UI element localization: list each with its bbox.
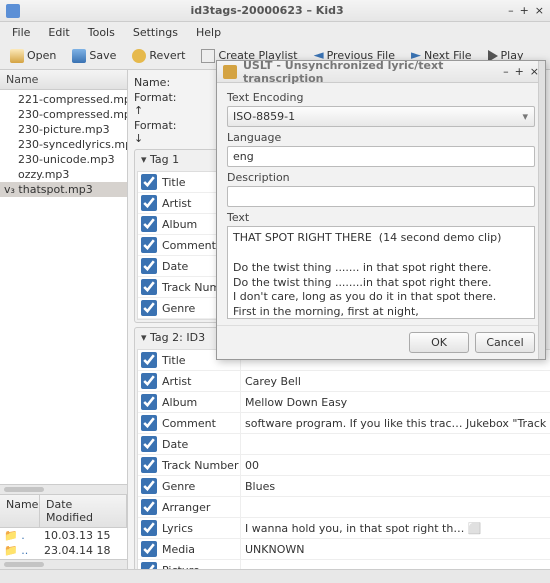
tag2-check[interactable]: [141, 415, 157, 431]
lyrics-textarea[interactable]: THAT SPOT RIGHT THERE (14 second demo cl…: [227, 226, 535, 319]
tag2-field-value[interactable]: 00: [240, 455, 550, 475]
dialog-maximize-icon[interactable]: +: [515, 65, 524, 78]
dialog-title: USLT - Unsynchronized lyric/text transcr…: [243, 59, 503, 85]
tag2-field-value[interactable]: Blues: [240, 476, 550, 496]
ok-button[interactable]: OK: [409, 332, 469, 353]
tag2-check[interactable]: [141, 373, 157, 389]
description-input[interactable]: [227, 186, 535, 207]
tag2-check[interactable]: [141, 499, 157, 515]
tag2-field-value[interactable]: I wanna hold you, in that spot right th……: [240, 518, 550, 538]
file-pane: Name 221-compressed.mp3230-compressed.mp…: [0, 70, 128, 569]
tag2-field-label: Picture: [160, 564, 240, 570]
tag2-field-value[interactable]: [240, 434, 550, 454]
dir-list[interactable]: 📁 .10.03.13 15📁 ..23.04.14 18: [0, 528, 127, 559]
menu-settings[interactable]: Settings: [125, 24, 186, 41]
tag2-check[interactable]: [141, 436, 157, 452]
description-label: Description: [227, 171, 535, 184]
file-item[interactable]: 230-syncedlyrics.mp3: [0, 137, 127, 152]
encoding-label: Text Encoding: [227, 91, 535, 104]
tag2-box: ▾ Tag 2: ID3 TitleArtistCarey BellAlbumM…: [134, 327, 544, 569]
tag1-check[interactable]: [141, 300, 157, 316]
save-icon: [72, 49, 86, 63]
revert-button[interactable]: Revert: [128, 47, 189, 65]
file-list-header[interactable]: Name: [0, 70, 127, 90]
playlist-icon: [201, 49, 215, 63]
tag2-field-label: Arranger: [160, 501, 240, 514]
tag2-fields: TitleArtistCarey BellAlbumMellow Down Ea…: [137, 349, 550, 569]
tag2-check[interactable]: [141, 352, 157, 368]
titlebar: id3tags-20000623 – Kid3 – + ×: [0, 0, 550, 22]
tag2-field-label: Track Number: [160, 459, 240, 472]
cancel-button[interactable]: Cancel: [475, 332, 535, 353]
window-title: id3tags-20000623 – Kid3: [26, 4, 508, 17]
tag2-field-label: Comment: [160, 417, 240, 430]
dialog-minimize-icon[interactable]: –: [503, 65, 509, 78]
menu-edit[interactable]: Edit: [40, 24, 77, 41]
file-list-hscroll[interactable]: [0, 484, 127, 494]
tag2-field-value[interactable]: UNKNOWN: [240, 539, 550, 559]
tag1-check[interactable]: [141, 195, 157, 211]
dir-header-name[interactable]: Name: [0, 495, 40, 527]
tag2-field-label: Artist: [160, 375, 240, 388]
tag2-field-value[interactable]: [240, 497, 550, 517]
tag1-check[interactable]: [141, 258, 157, 274]
open-button[interactable]: Open: [6, 47, 60, 65]
file-item[interactable]: 230-unicode.mp3: [0, 152, 127, 167]
tag2-field-value[interactable]: Carey Bell: [240, 371, 550, 391]
tag1-check[interactable]: [141, 279, 157, 295]
encoding-select[interactable]: ISO-8859-1: [227, 106, 535, 127]
close-icon[interactable]: ×: [535, 4, 544, 17]
tag2-field-label: Genre: [160, 480, 240, 493]
format-up-label[interactable]: Format: ↑: [134, 91, 182, 117]
save-button[interactable]: Save: [68, 47, 120, 65]
tag2-check[interactable]: [141, 541, 157, 557]
dir-item[interactable]: 📁 .10.03.13 15: [0, 528, 127, 543]
menubar: File Edit Tools Settings Help: [0, 22, 550, 42]
language-label: Language: [227, 131, 535, 144]
tag2-field-label: Lyrics: [160, 522, 240, 535]
tag2-field-label: Media: [160, 543, 240, 556]
name-label: Name:: [134, 76, 182, 89]
format-down-label[interactable]: Format: ↓: [134, 119, 182, 145]
text-label: Text: [227, 211, 535, 224]
menu-help[interactable]: Help: [188, 24, 229, 41]
file-list[interactable]: 221-compressed.mp3230-compressed.mp3230-…: [0, 90, 127, 484]
tag2-check[interactable]: [141, 394, 157, 410]
file-item[interactable]: 221-compressed.mp3: [0, 92, 127, 107]
dir-item[interactable]: 📁 ..23.04.14 18: [0, 543, 127, 558]
tag2-check[interactable]: [141, 562, 157, 569]
file-item[interactable]: ozzy.mp3: [0, 167, 127, 182]
statusbar: [0, 569, 550, 583]
dir-pane: Name Date Modified 📁 .10.03.13 15📁 ..23.…: [0, 494, 127, 569]
open-icon: [10, 49, 24, 63]
tag2-check[interactable]: [141, 478, 157, 494]
tag1-check[interactable]: [141, 216, 157, 232]
dialog-icon: [223, 65, 237, 79]
tag2-field-value[interactable]: Mellow Down Easy: [240, 392, 550, 412]
language-input[interactable]: [227, 146, 535, 167]
revert-icon: [132, 49, 146, 63]
file-item[interactable]: v₃ thatspot.mp3: [0, 182, 127, 197]
uslt-dialog: USLT - Unsynchronized lyric/text transcr…: [216, 60, 546, 360]
tag2-check[interactable]: [141, 520, 157, 536]
file-item[interactable]: 230-compressed.mp3: [0, 107, 127, 122]
tag2-check[interactable]: [141, 457, 157, 473]
dir-header-modified[interactable]: Date Modified: [40, 495, 127, 527]
app-icon: [6, 4, 20, 18]
file-item[interactable]: 230-picture.mp3: [0, 122, 127, 137]
maximize-icon[interactable]: +: [520, 4, 529, 17]
tag2-field-label: Date: [160, 438, 240, 451]
tag2-field-value[interactable]: [240, 560, 550, 569]
menu-file[interactable]: File: [4, 24, 38, 41]
tag2-field-value[interactable]: software program. If you like this trac……: [240, 413, 550, 433]
dialog-scrollbar[interactable]: [538, 61, 545, 359]
tag1-check[interactable]: [141, 174, 157, 190]
dir-list-hscroll[interactable]: [0, 559, 127, 569]
tag2-field-label: Album: [160, 396, 240, 409]
minimize-icon[interactable]: –: [508, 4, 514, 17]
menu-tools[interactable]: Tools: [80, 24, 123, 41]
tag1-check[interactable]: [141, 237, 157, 253]
